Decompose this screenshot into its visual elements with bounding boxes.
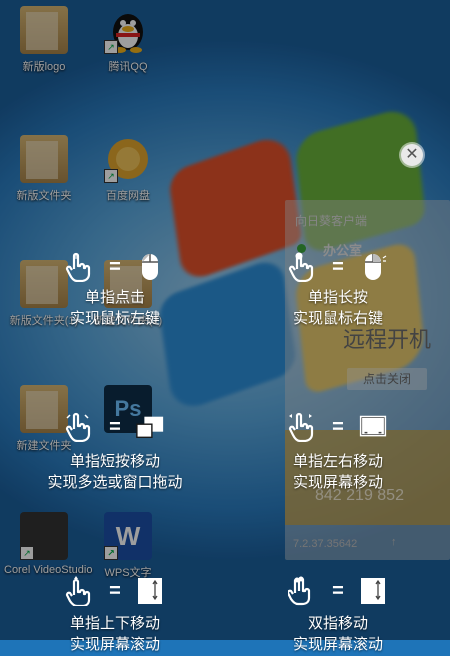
gesture-title: 单指点击: [84, 289, 145, 306]
gesture-ud-move: = 单指上下移动 实现屏幕滚动: [15, 576, 215, 656]
equals-sign: =: [332, 256, 344, 278]
screen-move-icon: [359, 415, 387, 437]
gesture-two-finger: = 双指移动 实现屏幕滚动: [238, 576, 438, 656]
gesture-title: 单指长按: [307, 289, 368, 306]
equals-sign: =: [332, 416, 344, 438]
two-finger-icon: [288, 576, 311, 606]
finger-scroll-icon: [65, 576, 91, 606]
gesture-title: 单指上下移动: [69, 615, 160, 632]
gesture-description: 实现鼠标左键: [69, 310, 160, 327]
gesture-long-press: = 单指长按 实现鼠标右键: [238, 252, 438, 332]
windows-drag-icon: [136, 416, 164, 439]
gesture-description: 实现屏幕滚动: [292, 636, 383, 653]
gesture-title: 单指左右移动: [292, 453, 383, 470]
equals-sign: =: [109, 416, 121, 438]
gesture-description: 实现鼠标右键: [292, 310, 383, 327]
gesture-description: 实现屏幕滚动: [69, 636, 160, 653]
finger-drag-icon: [65, 412, 91, 442]
gesture-short-press-move: = 单指短按移动 实现多选或窗口拖动: [15, 412, 215, 492]
gesture-single-tap: = 单指点击 实现鼠标左键: [15, 252, 215, 332]
scroll-icon: [138, 578, 162, 604]
finger-swipe-icon: [288, 412, 314, 442]
equals-sign: =: [109, 580, 121, 602]
gesture-description: 实现多选或窗口拖动: [47, 474, 183, 491]
finger-press-icon: [288, 252, 314, 282]
equals-sign: =: [109, 256, 121, 278]
equals-sign: =: [332, 580, 344, 602]
gesture-title: 双指移动: [307, 615, 368, 632]
mouse-left-icon: [142, 253, 158, 280]
gesture-description: 实现屏幕移动: [292, 474, 383, 491]
scroll-icon: [361, 578, 385, 604]
finger-tap-icon: [65, 252, 91, 282]
mouse-right-icon: [365, 253, 387, 280]
gesture-lr-move: = 单指左右移动 实现屏幕移动: [238, 412, 438, 492]
gesture-title: 单指短按移动: [69, 453, 160, 470]
close-icon[interactable]: ✕: [401, 144, 423, 166]
